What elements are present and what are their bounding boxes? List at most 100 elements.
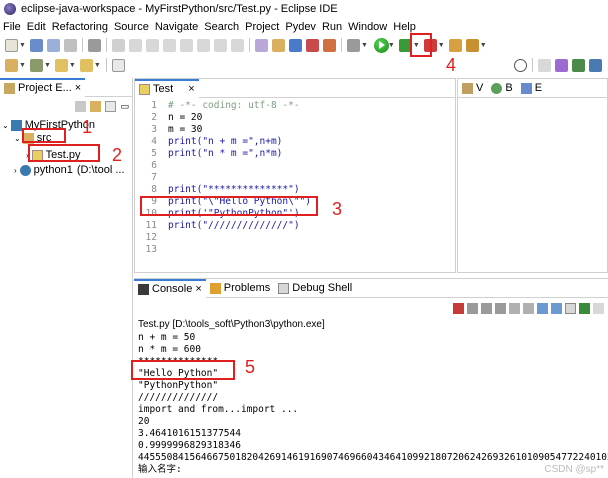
chevron-down-icon[interactable]: ⌄ bbox=[2, 121, 9, 130]
perspective-debug-icon[interactable] bbox=[572, 58, 585, 72]
remove-all-icon[interactable] bbox=[481, 302, 492, 314]
next-annotation-icon[interactable] bbox=[29, 58, 43, 72]
search-icon[interactable] bbox=[514, 58, 527, 72]
tab-variables[interactable]: V bbox=[458, 79, 487, 98]
package-icon[interactable] bbox=[288, 38, 302, 52]
caret-down-icon[interactable]: ▼ bbox=[361, 42, 368, 49]
close-icon[interactable]: × bbox=[188, 83, 194, 95]
minimize-icon[interactable]: ▭ bbox=[120, 101, 129, 112]
back-icon[interactable] bbox=[54, 58, 68, 72]
display-console-icon[interactable] bbox=[565, 302, 576, 314]
open-type-icon[interactable] bbox=[448, 38, 462, 52]
tab-package-explorer[interactable]: Project E... × bbox=[0, 77, 86, 97]
tab-expressions[interactable]: E bbox=[517, 79, 546, 98]
menu-window[interactable]: Window bbox=[348, 21, 393, 33]
drop-to-frame-icon[interactable] bbox=[230, 38, 244, 52]
perspective-pydev-icon[interactable] bbox=[589, 58, 602, 72]
minimize-icon[interactable] bbox=[593, 302, 604, 314]
tab-problems[interactable]: Problems bbox=[206, 279, 274, 298]
console-output-line: 4455508415646675018204269146191690746966… bbox=[138, 452, 608, 463]
chevron-right-icon[interactable]: › bbox=[14, 166, 17, 175]
caret-down-icon[interactable]: ▼ bbox=[94, 62, 101, 69]
caret-down-icon[interactable]: ▼ bbox=[388, 42, 395, 49]
code-line: 8 print("**************") bbox=[135, 184, 455, 196]
console-output-line: 20 bbox=[138, 416, 150, 427]
main-toolbar: ▼ ▼ ▼ ▼ ▼ ▼ bbox=[0, 35, 608, 55]
caret-down-icon[interactable]: ▼ bbox=[438, 42, 445, 49]
perspective-java-icon[interactable] bbox=[555, 58, 568, 72]
scroll-lock-icon[interactable] bbox=[509, 302, 520, 314]
tab-console[interactable]: Console × bbox=[134, 278, 206, 298]
line-number: 3 bbox=[151, 124, 157, 135]
menu-run[interactable]: Run bbox=[322, 21, 348, 33]
caret-down-icon[interactable]: ▼ bbox=[19, 42, 26, 49]
line-number: 6 bbox=[151, 160, 157, 171]
menu-navigate[interactable]: Navigate bbox=[155, 21, 204, 33]
code-editor[interactable]: Test × 1 # -*- coding: utf-8 -*- 2n = 20 … bbox=[134, 78, 456, 273]
chevron-down-icon[interactable]: ⌄ bbox=[14, 134, 21, 143]
step-over-icon[interactable] bbox=[196, 38, 210, 52]
console-icon[interactable] bbox=[87, 38, 101, 52]
caret-down-icon[interactable]: ▼ bbox=[480, 42, 487, 49]
line-number: 4 bbox=[151, 136, 157, 147]
caret-down-icon[interactable]: ▼ bbox=[19, 62, 26, 69]
view-menu-icon[interactable] bbox=[105, 100, 117, 112]
suspend-icon[interactable] bbox=[145, 38, 159, 52]
collapse-all-icon[interactable] bbox=[75, 100, 87, 112]
menu-help[interactable]: Help bbox=[393, 21, 422, 33]
interpreter-name: python1 bbox=[33, 164, 73, 176]
wrench-icon[interactable] bbox=[271, 38, 285, 52]
tab-breakpoints[interactable]: B bbox=[487, 79, 516, 98]
save-all-icon[interactable] bbox=[46, 38, 60, 52]
search-tool-icon[interactable] bbox=[322, 38, 336, 52]
caret-down-icon[interactable]: ▼ bbox=[44, 62, 51, 69]
step-return-icon[interactable] bbox=[213, 38, 227, 52]
link-editor-icon[interactable] bbox=[90, 100, 102, 112]
caret-down-icon[interactable]: ▼ bbox=[69, 62, 76, 69]
pin-editor-icon[interactable] bbox=[111, 58, 125, 72]
open-console-icon[interactable] bbox=[579, 302, 590, 314]
code-line: 4 print("n + m =",n+m) bbox=[135, 136, 455, 148]
terminate-icon[interactable] bbox=[453, 302, 464, 314]
perspective-open-icon[interactable] bbox=[538, 58, 551, 72]
clear-console-icon[interactable] bbox=[495, 302, 506, 314]
pin-console-icon[interactable] bbox=[537, 302, 548, 314]
annotation-icon[interactable] bbox=[5, 58, 18, 72]
close-icon[interactable]: × bbox=[195, 283, 201, 295]
save-icon[interactable] bbox=[29, 38, 43, 52]
forward-icon[interactable] bbox=[79, 58, 93, 72]
code-line: 11 print("//////////////") bbox=[135, 220, 455, 232]
problems-icon bbox=[209, 282, 221, 294]
menu-file[interactable]: File bbox=[3, 21, 27, 33]
resume-icon[interactable] bbox=[128, 38, 142, 52]
close-icon[interactable]: × bbox=[75, 82, 81, 94]
show-console-icon[interactable] bbox=[551, 302, 562, 314]
annotation-box-2 bbox=[28, 144, 100, 162]
editor-tabbar: Test × bbox=[135, 78, 455, 98]
remove-launch-icon[interactable] bbox=[467, 302, 478, 314]
tab-debug-shell[interactable]: Debug Shell bbox=[274, 279, 356, 298]
annotation-box-4 bbox=[410, 33, 432, 57]
code-text: n = 20 bbox=[168, 112, 203, 123]
terminate-icon[interactable] bbox=[162, 38, 176, 52]
menu-pydev[interactable]: Pydev bbox=[285, 21, 322, 33]
console-icon bbox=[138, 283, 149, 295]
word-wrap-icon[interactable] bbox=[523, 302, 534, 314]
open-task-icon[interactable] bbox=[465, 38, 479, 52]
menu-edit[interactable]: Edit bbox=[27, 21, 52, 33]
gear-icon[interactable] bbox=[346, 38, 360, 52]
skip-breakpoints-icon[interactable] bbox=[111, 38, 125, 52]
pydev-icon[interactable] bbox=[254, 38, 268, 52]
tree-interpreter[interactable]: › python1 (D:\tool ... bbox=[14, 162, 125, 178]
menu-source[interactable]: Source bbox=[114, 21, 155, 33]
tab-test-py[interactable]: Test × bbox=[135, 78, 199, 98]
step-into-icon[interactable] bbox=[179, 38, 193, 52]
code-text: print("n * m =",n*m) bbox=[168, 148, 283, 159]
tool-icon[interactable] bbox=[305, 38, 319, 52]
menu-refactoring[interactable]: Refactoring bbox=[52, 21, 114, 33]
print-icon[interactable] bbox=[63, 38, 77, 52]
menu-search[interactable]: Search bbox=[204, 21, 245, 33]
run-button-icon[interactable] bbox=[373, 37, 389, 53]
new-file-icon[interactable] bbox=[5, 38, 18, 52]
menu-project[interactable]: Project bbox=[245, 21, 285, 33]
